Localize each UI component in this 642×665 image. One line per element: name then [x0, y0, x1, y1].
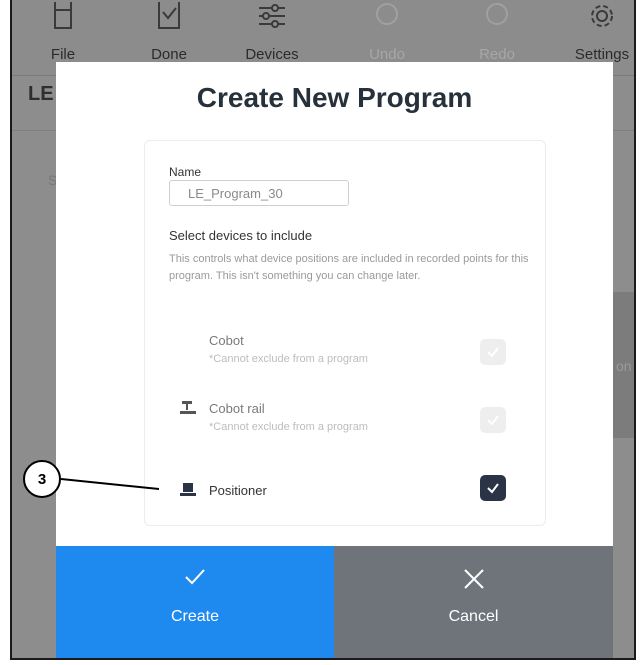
create-program-dialog: Create New Program Name Select devices t… [56, 62, 613, 658]
callout-line [61, 478, 159, 490]
check-icon [487, 415, 499, 426]
cobot-rail-checkbox[interactable] [480, 407, 506, 433]
app-frame: File Done Devices Undo Redo Settings LE … [10, 0, 636, 660]
cancel-button-label: Cancel [448, 608, 499, 625]
device-name: Positioner [209, 483, 267, 498]
toolbar-undo-label: Undo [369, 46, 405, 63]
close-icon [334, 568, 613, 590]
device-note: *Cannot exclude from a program [209, 353, 368, 365]
toolbar-settings-label: Settings [574, 46, 630, 63]
check-icon [487, 483, 499, 494]
toolbar-devices-label: Devices [245, 46, 299, 63]
file-icon [18, 2, 108, 32]
positioner-checkbox[interactable] [480, 475, 506, 501]
create-button-label: Create [170, 608, 220, 625]
check-icon [487, 347, 499, 358]
toolbar-done-label: Done [151, 46, 187, 63]
create-button[interactable]: Create [56, 546, 334, 658]
select-devices-description: This controls what device positions are … [169, 253, 529, 282]
device-note: *Cannot exclude from a program [209, 421, 368, 433]
device-name: Cobot rail [209, 401, 265, 416]
redo-icon [452, 2, 542, 32]
device-name: Cobot [209, 333, 244, 348]
toolbar-file-label: File [50, 46, 76, 63]
cancel-button[interactable]: Cancel [334, 546, 613, 658]
background-page-title: LE [28, 83, 54, 105]
background-panel-text: on [616, 358, 632, 374]
positioner-icon [179, 481, 197, 499]
toolbar-redo-label: Redo [479, 46, 515, 63]
select-devices-title: Select devices to include [169, 228, 313, 243]
rail-icon [179, 399, 197, 417]
program-name-input[interactable] [169, 180, 349, 206]
undo-icon [342, 2, 432, 32]
callout-number: 3 [23, 460, 61, 498]
name-label: Name [169, 165, 202, 179]
sliders-icon [227, 2, 317, 32]
gear-icon [557, 2, 634, 32]
program-form-card: Name Select devices to include This cont… [144, 140, 546, 526]
cobot-checkbox[interactable] [480, 339, 506, 365]
check-box-icon [124, 2, 214, 32]
checkmark-icon [56, 568, 334, 586]
dialog-title: Create New Program [196, 82, 473, 113]
